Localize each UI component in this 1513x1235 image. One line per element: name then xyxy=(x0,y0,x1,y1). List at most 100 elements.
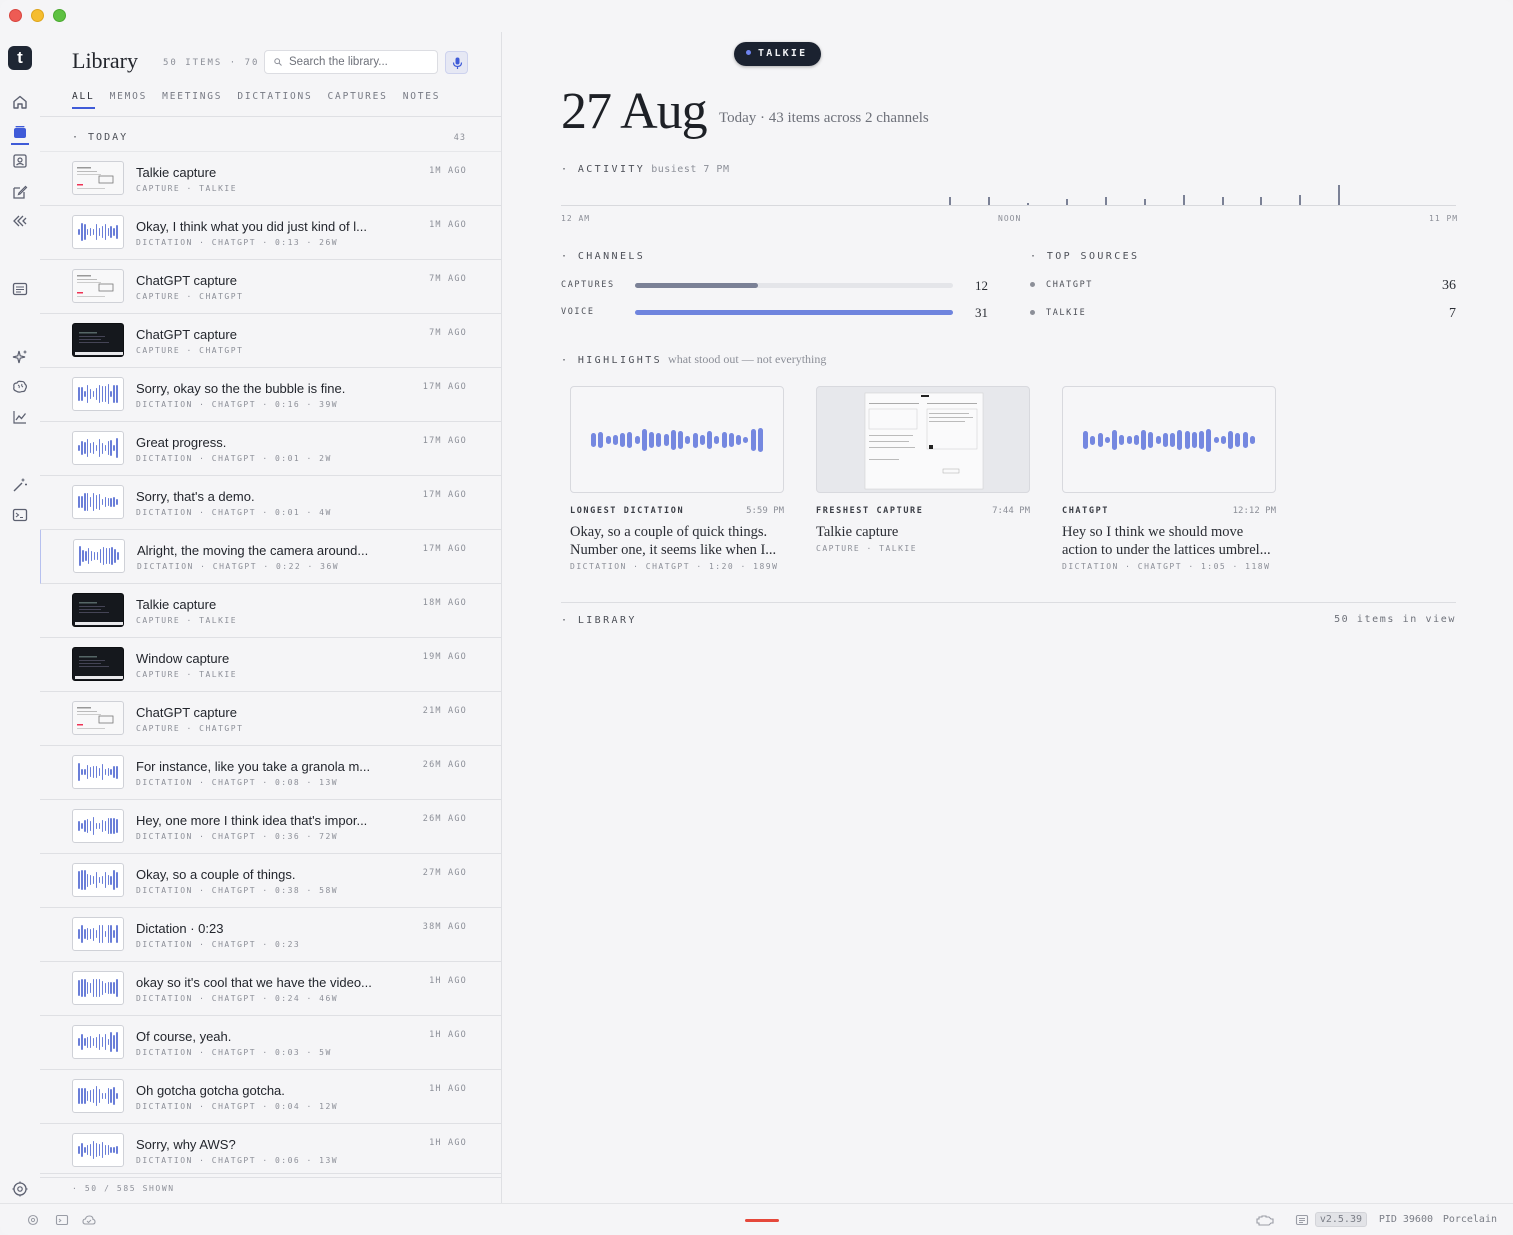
waveform-bar xyxy=(101,876,104,884)
tab-notes[interactable]: NOTES xyxy=(403,91,441,109)
app-logo[interactable]: t xyxy=(8,46,32,70)
group-header-today[interactable]: · TODAY 43 xyxy=(72,132,466,144)
waveform-bar xyxy=(110,1089,113,1103)
list-item[interactable]: For instance, like you take a granola m.… xyxy=(40,746,501,800)
cloud-sync-icon[interactable] xyxy=(82,1213,96,1227)
list-item[interactable]: Talkie capture CAPTURE · TALKIE 18M AGO xyxy=(40,584,501,638)
list-item[interactable]: Of course, yeah. DICTATION · CHATGPT · 0:… xyxy=(40,1016,501,1070)
contacts-icon[interactable] xyxy=(11,152,29,170)
tab-memos[interactable]: MEMOS xyxy=(110,91,148,109)
search-input[interactable]: Search the library... xyxy=(264,50,438,74)
waveform-bar xyxy=(107,1088,110,1104)
screenshot-preview xyxy=(816,386,1030,493)
brain-icon[interactable] xyxy=(11,378,29,396)
highlight-card[interactable]: CHATGPT 12:12 PM Hey so I think we should … xyxy=(1062,386,1276,571)
waveform-bar xyxy=(95,223,98,241)
settings-small-icon[interactable] xyxy=(26,1213,40,1227)
list-panel-icon[interactable] xyxy=(1295,1213,1309,1227)
highlight-card[interactable]: FRESHEST CAPTURE 7:44 PM Talkie capture CAP… xyxy=(816,386,1030,553)
waveform xyxy=(1083,427,1255,453)
terminal-icon[interactable] xyxy=(11,506,29,524)
home-icon[interactable] xyxy=(11,93,29,111)
library-filter-tabs: ALL MEMOS MEETINGS DICTATIONS CAPTURES N… xyxy=(72,91,455,109)
source-row[interactable]: CHATGPT 36 xyxy=(1030,278,1456,294)
item-title: Sorry, okay so the the bubble is fine. xyxy=(136,381,346,396)
library-icon[interactable] xyxy=(11,123,29,141)
activity-bar[interactable] xyxy=(1104,197,1107,205)
list-item[interactable]: Window capture CAPTURE · TALKIE 19M AGO xyxy=(40,638,501,692)
notes-list-icon[interactable] xyxy=(11,280,29,298)
zoom-window-button[interactable] xyxy=(53,9,66,22)
waveform-bar xyxy=(98,384,101,404)
list-item[interactable]: Oh gotcha gotcha gotcha. DICTATION · CHAT… xyxy=(40,1070,501,1124)
list-item[interactable]: Sorry, okay so the the bubble is fine. DI… xyxy=(40,368,501,422)
list-item[interactable]: Talkie capture CAPTURE · TALKIE 1M AGO xyxy=(40,152,501,206)
waveform-bar xyxy=(110,925,113,943)
list-item[interactable]: Dictation · 0:23 DICTATION · CHATGPT · 0:… xyxy=(40,908,501,962)
activity-bar[interactable] xyxy=(1182,195,1185,205)
screenshot-thumbnail xyxy=(72,161,124,195)
magic-wand-icon[interactable] xyxy=(11,476,29,494)
highlight-card[interactable]: LONGEST DICTATION 5:59 PM Okay, so a coupl… xyxy=(570,386,784,571)
source-count: 36 xyxy=(1442,278,1456,293)
tab-captures[interactable]: CAPTURES xyxy=(328,91,388,109)
waveform-bar xyxy=(1170,432,1175,448)
activity-bar[interactable] xyxy=(949,197,952,205)
console-icon[interactable] xyxy=(55,1213,69,1227)
trends-icon[interactable] xyxy=(11,408,29,426)
activity-bar[interactable] xyxy=(1065,199,1068,205)
waveform-bar xyxy=(591,432,596,448)
waveform-thumbnail xyxy=(72,755,124,789)
source-row[interactable]: TALKIE 7 xyxy=(1030,306,1456,322)
sparkle-icon[interactable] xyxy=(11,348,29,366)
list-item[interactable]: Sorry, that's a demo. DICTATION · CHATGPT… xyxy=(40,476,501,530)
recording-indicator[interactable] xyxy=(745,1219,779,1222)
waveform-bar xyxy=(78,820,80,832)
settings-gear-icon[interactable] xyxy=(11,1180,29,1198)
list-item[interactable]: ChatGPT capture CAPTURE · CHATGPT 7M AGO xyxy=(40,260,501,314)
process-id: PID 39600 xyxy=(1378,1214,1433,1225)
waveform-bar xyxy=(95,494,98,510)
tab-dictations[interactable]: DICTATIONS xyxy=(237,91,312,109)
talkie-status-pill[interactable]: TALKIE xyxy=(734,42,822,66)
theme-name[interactable]: Porcelain xyxy=(1443,1214,1497,1225)
item-title: Talkie capture xyxy=(136,165,217,180)
activity-bar[interactable] xyxy=(1027,203,1029,205)
activity-axis-noon: NOON xyxy=(998,214,1022,223)
list-item[interactable]: Great progress. DICTATION · CHATGPT · 0:0… xyxy=(40,422,501,476)
activity-bar[interactable] xyxy=(1221,197,1224,205)
activity-bar[interactable] xyxy=(1338,185,1341,205)
code-icon[interactable] xyxy=(11,212,29,230)
waveform-bar xyxy=(87,547,90,565)
minimize-window-button[interactable] xyxy=(31,9,44,22)
activity-bar[interactable] xyxy=(1299,195,1302,205)
channel-row[interactable]: CAPTURES 12 xyxy=(561,278,991,294)
waveform-bar xyxy=(101,1141,104,1159)
activity-label: · ACTIVITY xyxy=(561,164,646,175)
activity-bar[interactable] xyxy=(988,197,990,205)
tabs-divider xyxy=(40,116,501,117)
activity-bar[interactable] xyxy=(1143,199,1146,205)
item-meta: DICTATION · CHATGPT · 0:24 · 46W xyxy=(136,994,339,1003)
channel-row[interactable]: VOICE 31 xyxy=(561,305,991,321)
list-item[interactable]: Okay, so a couple of things. DICTATION · … xyxy=(40,854,501,908)
item-title: ChatGPT capture xyxy=(136,705,237,720)
list-item[interactable]: ChatGPT capture CAPTURE · CHATGPT 7M AGO xyxy=(40,314,501,368)
list-item[interactable]: okay so it's cool that we have the video… xyxy=(40,962,501,1016)
tab-all[interactable]: ALL xyxy=(72,91,95,109)
close-window-button[interactable] xyxy=(9,9,22,22)
waveform-bar xyxy=(116,978,118,998)
list-item[interactable]: Alright, the moving the camera around...… xyxy=(40,530,501,584)
activity-bar[interactable] xyxy=(1260,197,1263,205)
list-item[interactable]: Okay, I think what you did just kind of … xyxy=(40,206,501,260)
waveform-bar xyxy=(1213,436,1219,444)
list-item[interactable]: Sorry, why AWS? DICTATION · CHATGPT · 0:0… xyxy=(40,1124,501,1178)
list-item[interactable]: ChatGPT capture CAPTURE · CHATGPT 21M AGO xyxy=(40,692,501,746)
waveform-bar xyxy=(86,819,89,833)
list-item[interactable]: Hey, one more I think idea that's impor.… xyxy=(40,800,501,854)
voice-search-button[interactable] xyxy=(445,51,468,74)
engine-icon[interactable] xyxy=(1255,1213,1275,1227)
compose-icon[interactable] xyxy=(11,183,29,201)
tab-meetings[interactable]: MEETINGS xyxy=(162,91,222,109)
capture-preview xyxy=(77,167,114,189)
